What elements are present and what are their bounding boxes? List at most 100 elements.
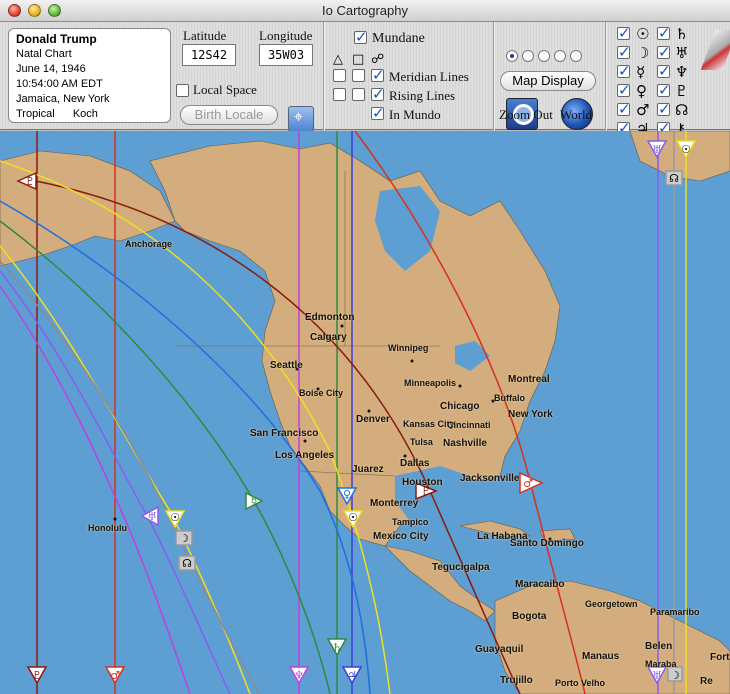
sun-checkbox[interactable] [617, 24, 631, 42]
app-logo-icon [700, 30, 730, 70]
pluto-marker-bottom-glyph: ♇ [32, 669, 42, 682]
mundane-checkbox[interactable] [354, 28, 368, 46]
chart-type: Natal Chart [16, 48, 72, 60]
neptune-marker-bottom-glyph: ♆ [294, 669, 304, 682]
city-dot [410, 359, 414, 363]
city-label: Tulsa [410, 437, 433, 447]
display-radio-2[interactable] [522, 50, 534, 62]
locate-pin-icon[interactable] [288, 106, 314, 132]
longitude-field[interactable]: 35W03 [259, 44, 313, 66]
zoom-out-label: Zoom Out [499, 107, 553, 122]
mars-checkbox[interactable] [617, 100, 631, 118]
pluto-icon: ♇ [675, 82, 689, 100]
sun-marker-top-glyph: ☉ [681, 143, 691, 156]
pluto-checkbox[interactable] [657, 81, 671, 99]
chart-name: Donald Trump [16, 32, 97, 46]
house-system: Koch [72, 108, 98, 120]
chart-info-box[interactable]: Donald Trump Natal Chart June 14, 1946 1… [8, 28, 171, 123]
mundane-label: Mundane [372, 31, 425, 46]
meridian-trine-checkbox[interactable] [333, 69, 346, 82]
city-label: Montreal [508, 374, 550, 385]
city-label: Belen [645, 641, 673, 652]
divider [493, 22, 495, 130]
chart-time: 10:54:00 AM EDT [16, 78, 103, 90]
pluto-marker-glyph: ♇ [25, 175, 35, 188]
mc-angle-icon: □ [352, 52, 365, 67]
world-label: World [560, 107, 593, 122]
local-space-label: Local Space [193, 82, 257, 97]
local-space-checkbox[interactable] [176, 84, 189, 97]
display-radio-4[interactable] [554, 50, 566, 62]
world-map[interactable]: ♇ ♇ ♂ ♆ ♄ ♃ ♅ ☉ ☊ ♅ ☽ ♅ ☉ ☽ ☊ ☿ ♀ ☉ ♇ ♂ … [0, 131, 730, 694]
mercury-rising-marker-glyph: ☿ [251, 495, 258, 508]
display-radio-1[interactable] [506, 50, 518, 62]
city-dot [367, 409, 371, 413]
birth-locale-button[interactable]: Birth Locale [180, 105, 278, 125]
title-bar: Io Cartography [0, 0, 730, 22]
meridian-lines-checkbox[interactable] [371, 66, 385, 84]
in-mundo-checkbox[interactable] [371, 104, 385, 122]
mars-icon: ♂ [636, 101, 650, 119]
city-label: Boise City [299, 388, 344, 398]
landmass-north-america [149, 140, 561, 547]
city-label: Guayaquil [475, 644, 524, 655]
chart-system: Tropical Koch [16, 107, 163, 122]
saturn-marker-bottom-glyph: ♄ [332, 641, 342, 654]
city-label: Buffalo [494, 393, 525, 403]
moon-checkbox[interactable] [617, 43, 631, 61]
city-label: Chicago [440, 401, 480, 412]
city-label: Maraba [645, 659, 677, 669]
city-label: Calgary [310, 332, 347, 343]
asc-angle-icon: △ [333, 52, 343, 67]
neptune-checkbox[interactable] [657, 62, 671, 80]
display-radio-5[interactable] [570, 50, 582, 62]
neptune-rising-curve [0, 285, 191, 694]
uranus-icon: ♅ [675, 44, 689, 62]
chart-date: June 14, 1946 [16, 63, 86, 75]
uranus-checkbox[interactable] [657, 43, 671, 61]
uranus-marker-top-glyph: ♅ [652, 143, 662, 156]
meridian-square-checkbox[interactable] [352, 69, 365, 82]
city-label: Maracaibo [515, 579, 565, 590]
city-label: Re [700, 676, 713, 687]
in-mundo-label: In Mundo [389, 107, 441, 122]
map-display-button[interactable]: Map Display [500, 71, 596, 91]
sun-rising-marker-secondary-glyph: ☉ [348, 511, 358, 524]
city-label: Tegucigalpa [432, 562, 490, 573]
mercury-icon: ☿ [636, 63, 646, 81]
city-label: Paramaribo [650, 607, 700, 617]
node-checkbox[interactable] [657, 100, 671, 118]
rising-lines-label: Rising Lines [389, 88, 456, 103]
display-radio-3[interactable] [538, 50, 550, 62]
uranus-rising-marker-glyph: ♅ [147, 510, 157, 523]
jupiter-marker-bottom-glyph: ♃ [347, 669, 357, 682]
window-title: Io Cartography [322, 3, 408, 18]
city-label: Mexico City [373, 531, 429, 542]
venus-rising-marker-glyph: ♀ [343, 488, 351, 501]
city-label: Porto Velho [555, 678, 606, 688]
city-label: Juarez [352, 464, 384, 475]
node-rising-marker-glyph: ☊ [182, 557, 192, 570]
city-label: Edmonton [305, 312, 355, 323]
node-marker-top-glyph: ☊ [669, 172, 679, 185]
latitude-field[interactable]: 12S42 [182, 44, 236, 66]
venus-checkbox[interactable] [617, 81, 631, 99]
moon-icon: ☽ [636, 44, 650, 62]
city-dot [303, 439, 307, 443]
city-dot [458, 384, 462, 388]
city-label: Houston [402, 477, 443, 488]
mercury-checkbox[interactable] [617, 62, 631, 80]
rising-trine-checkbox[interactable] [333, 88, 346, 101]
map-canvas: ♇ ♇ ♂ ♆ ♄ ♃ ♅ ☉ ☊ ♅ ☽ ♅ ☉ ☽ ☊ ☿ ♀ ☉ ♇ ♂ [0, 131, 730, 694]
city-label: Seattle [270, 360, 303, 371]
city-label: Manaus [582, 651, 620, 662]
city-dot [113, 517, 117, 521]
moon-rising-marker-glyph: ☽ [179, 532, 189, 545]
venus-icon: ♀ [636, 82, 647, 100]
saturn-checkbox[interactable] [657, 24, 671, 42]
rising-lines-checkbox[interactable] [371, 85, 385, 103]
rising-square-checkbox[interactable] [352, 88, 365, 101]
city-label: Minneapolis [404, 378, 457, 388]
city-label: Georgetown [585, 599, 638, 609]
city-label: New York [508, 409, 553, 420]
